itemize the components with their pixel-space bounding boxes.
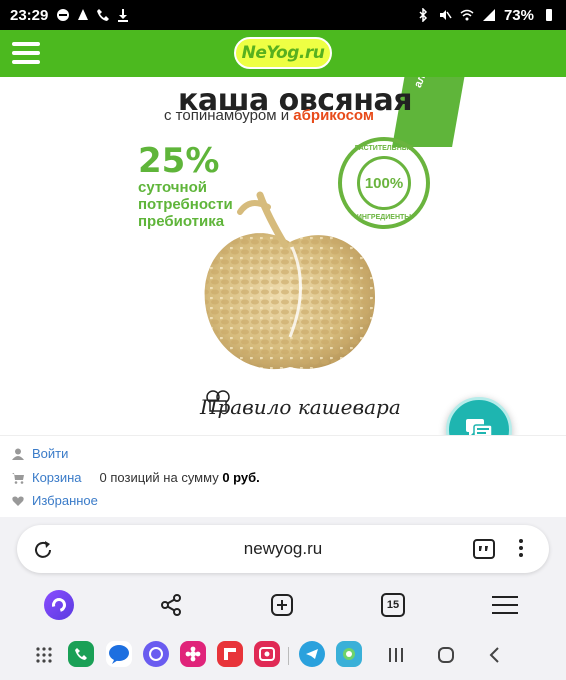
- status-bar: 23:29 73%: [0, 0, 566, 30]
- favorites-link[interactable]: Избранное: [32, 493, 98, 508]
- mute-icon: [439, 10, 452, 20]
- menu-lines-icon: [492, 596, 518, 614]
- battery-level: 73%: [503, 6, 534, 24]
- cart-row[interactable]: Корзина 0 позиций на сумму 0 руб.: [12, 470, 260, 485]
- status-notification-icons: [56, 8, 130, 22]
- cart-summary: 0 позиций на сумму 0 руб.: [100, 470, 260, 485]
- stamp-top-text: РАСТИТЕЛЬНЫЕ: [354, 145, 414, 152]
- browser-menu-button[interactable]: [489, 589, 521, 621]
- wifi-icon: [460, 9, 474, 21]
- favorites-row[interactable]: Избранное: [12, 493, 98, 508]
- banner-subtitle-prefix: с топинамбуром и: [164, 107, 294, 124]
- heart-icon: [12, 496, 24, 506]
- cart-icon: [12, 472, 24, 484]
- promo-banner[interactable]: альте каша овсяная с топинамбуром и абри…: [0, 77, 566, 435]
- download-icon: [118, 9, 129, 22]
- screen-recorder-app-icon[interactable]: [254, 641, 280, 667]
- status-time: 23:29: [10, 6, 49, 24]
- internet-app-icon[interactable]: [143, 641, 169, 667]
- brand-signature: Правило кашевара: [200, 395, 401, 419]
- messages-app-icon[interactable]: [106, 641, 132, 667]
- address-bar[interactable]: newyog.ru: [17, 525, 549, 573]
- share-button[interactable]: [155, 589, 187, 621]
- url-text[interactable]: newyog.ru: [17, 539, 549, 559]
- browser-nav-row: 15: [0, 585, 566, 625]
- site-header: NeYog.ru: [0, 30, 566, 77]
- home-icon[interactable]: [436, 645, 456, 665]
- gallery-app-icon[interactable]: [180, 641, 206, 667]
- cart-sum: 0 руб.: [222, 470, 260, 485]
- signal-icon: [482, 9, 495, 21]
- banner-percent: 25%: [138, 141, 220, 181]
- dock-divider: [288, 647, 289, 665]
- account-panel: Войти Корзина 0 позиций на сумму 0 руб. …: [0, 435, 566, 517]
- login-link[interactable]: Войти: [32, 446, 68, 461]
- app-notification-icon: [78, 9, 89, 20]
- browser-toolbar: newyog.ru 15: [0, 517, 566, 680]
- recent-apps-icon[interactable]: [386, 645, 406, 665]
- status-system-icons: 73%: [416, 7, 556, 24]
- dnd-icon: [57, 9, 70, 21]
- alice-assistant-button[interactable]: [43, 589, 75, 621]
- tabs-count-icon: 15: [381, 593, 405, 617]
- phone-app-icon[interactable]: [68, 641, 94, 667]
- cart-summary-prefix: 0 позиций на сумму: [99, 470, 223, 485]
- login-row[interactable]: Войти: [12, 446, 68, 461]
- flipboard-app-icon[interactable]: [217, 641, 243, 667]
- reader-mode-icon[interactable]: [473, 539, 495, 559]
- plus-square-icon: [271, 594, 293, 616]
- app-drawer-icon[interactable]: [34, 645, 54, 665]
- oat-apple-image: [204, 191, 375, 370]
- call-icon: [97, 9, 110, 21]
- cart-link[interactable]: Корзина: [32, 470, 82, 485]
- bixby-app-icon[interactable]: [336, 641, 362, 667]
- telegram-app-icon[interactable]: [299, 641, 325, 667]
- site-logo[interactable]: NeYog.ru: [234, 37, 332, 69]
- hamburger-menu-icon[interactable]: [12, 42, 40, 64]
- alice-icon: [44, 590, 74, 620]
- battery-icon: [546, 9, 552, 21]
- share-icon: [161, 594, 181, 616]
- banner-subtitle-accent: абрикосом: [293, 107, 374, 124]
- more-options-icon[interactable]: [515, 537, 527, 561]
- back-icon[interactable]: [485, 645, 505, 665]
- tabs-button[interactable]: 15: [377, 589, 409, 621]
- android-navigation-bar: [0, 637, 566, 680]
- user-icon: [12, 448, 24, 460]
- logo-text: NeYog.ru: [241, 43, 325, 63]
- new-tab-button[interactable]: [266, 589, 298, 621]
- bluetooth-icon: [419, 8, 428, 22]
- banner-subtitle: с топинамбуром и абрикосом: [164, 107, 374, 124]
